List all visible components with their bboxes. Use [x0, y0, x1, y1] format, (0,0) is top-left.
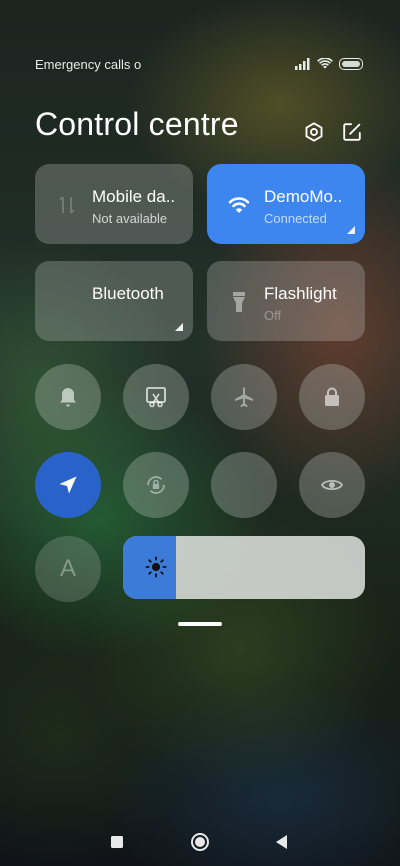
wifi-status: Connected	[264, 211, 327, 226]
mobile-data-tile[interactable]: Mobile da.. Not available	[35, 164, 193, 244]
home-icon	[191, 833, 209, 851]
wifi-icon	[228, 197, 250, 213]
back-icon	[276, 835, 287, 849]
airplane-toggle[interactable]	[211, 364, 277, 430]
flashlight-status: Off	[264, 308, 282, 323]
wifi-status-icon	[317, 58, 333, 69]
lock-toggle[interactable]	[299, 364, 365, 430]
settings-icon[interactable]	[303, 121, 325, 143]
recents-icon	[111, 836, 123, 848]
reading-mode-toggle[interactable]	[299, 452, 365, 518]
blank-toggle[interactable]	[211, 452, 277, 518]
sun-icon	[145, 556, 167, 578]
wifi-label: DemoMo..	[264, 187, 343, 206]
mobile-data-status: Not available	[92, 211, 168, 226]
bluetooth-label: Bluetooth	[92, 284, 164, 303]
rotation-lock-toggle[interactable]	[123, 452, 189, 518]
recents-button[interactable]	[103, 828, 131, 856]
page-title: Control centre	[35, 106, 239, 142]
sound-toggle[interactable]	[35, 364, 101, 430]
edit-icon[interactable]	[341, 121, 363, 143]
location-icon	[59, 476, 77, 494]
rotation-lock-icon	[147, 476, 165, 494]
location-toggle[interactable]	[35, 452, 101, 518]
flashlight-label: Flashlight	[264, 284, 337, 303]
navigation-bar	[0, 828, 400, 856]
home-button[interactable]	[186, 828, 214, 856]
back-button[interactable]	[268, 828, 296, 856]
font-size-toggle[interactable]: A	[35, 536, 101, 602]
bell-icon	[60, 388, 76, 407]
drag-handle[interactable]	[178, 622, 222, 626]
wifi-tile[interactable]: DemoMo.. Connected	[207, 164, 365, 244]
wifi-expand-corner[interactable]	[347, 226, 355, 234]
lock-icon	[325, 387, 339, 406]
status-text: Emergency calls o	[35, 56, 142, 72]
mobile-data-icon	[59, 196, 75, 214]
mobile-data-label: Mobile da..	[92, 187, 176, 206]
battery-icon	[339, 58, 363, 70]
brightness-slider[interactable]	[123, 536, 365, 599]
flashlight-tile[interactable]: Flashlight Off	[207, 261, 365, 341]
bluetooth-tile[interactable]: Bluetooth	[35, 261, 193, 341]
screenshot-icon	[146, 387, 166, 408]
flashlight-icon	[233, 292, 245, 312]
eye-icon	[320, 479, 344, 491]
bluetooth-expand-corner[interactable]	[175, 323, 183, 331]
airplane-icon	[235, 387, 253, 407]
status-bar: Emergency calls o	[35, 55, 363, 73]
screenshot-toggle[interactable]	[123, 364, 189, 430]
font-icon: A	[59, 555, 76, 582]
bluetooth-icon	[53, 288, 81, 316]
signal-icon	[295, 58, 310, 70]
